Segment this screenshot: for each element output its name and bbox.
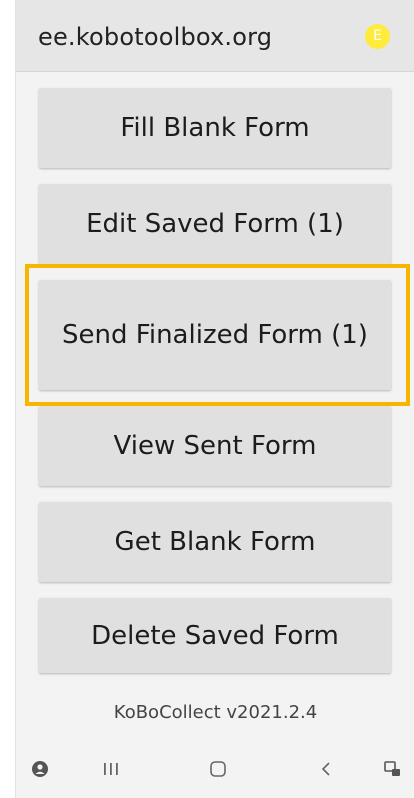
fill-blank-form-label: Fill Blank Form	[120, 113, 310, 143]
view-sent-form-label: View Sent Form	[113, 431, 317, 461]
send-finalized-form-label: Send Finalized Form (1)	[62, 320, 368, 350]
recent-apps-icon[interactable]	[96, 755, 126, 783]
delete-saved-form-button[interactable]: Delete Saved Form	[39, 598, 391, 673]
get-blank-form-label: Get Blank Form	[114, 527, 316, 557]
get-blank-form-button[interactable]: Get Blank Form	[39, 502, 391, 582]
view-sent-form-button[interactable]: View Sent Form	[39, 406, 391, 486]
delete-saved-form-label: Delete Saved Form	[91, 620, 339, 651]
top-app-bar: ee.kobotoolbox.org E	[16, 0, 414, 72]
send-finalized-form-button[interactable]: Send Finalized Form (1)	[39, 280, 391, 390]
server-url-title: ee.kobotoolbox.org	[38, 23, 273, 51]
edit-saved-form-label: Edit Saved Form (1)	[86, 209, 344, 239]
back-icon[interactable]	[311, 755, 341, 783]
fill-blank-form-button[interactable]: Fill Blank Form	[39, 88, 391, 168]
app-screen: ee.kobotoolbox.org E Fill Blank Form Edi…	[15, 0, 414, 798]
home-icon[interactable]	[203, 755, 233, 783]
user-avatar[interactable]: E	[365, 24, 390, 49]
keyboard-icon[interactable]	[378, 755, 408, 783]
app-version-text: KoBoCollect v2021.2.4	[113, 702, 318, 723]
app-indicator-icon	[28, 755, 52, 783]
edit-saved-form-button[interactable]: Edit Saved Form (1)	[39, 184, 391, 264]
system-navigation-bar	[16, 743, 414, 798]
